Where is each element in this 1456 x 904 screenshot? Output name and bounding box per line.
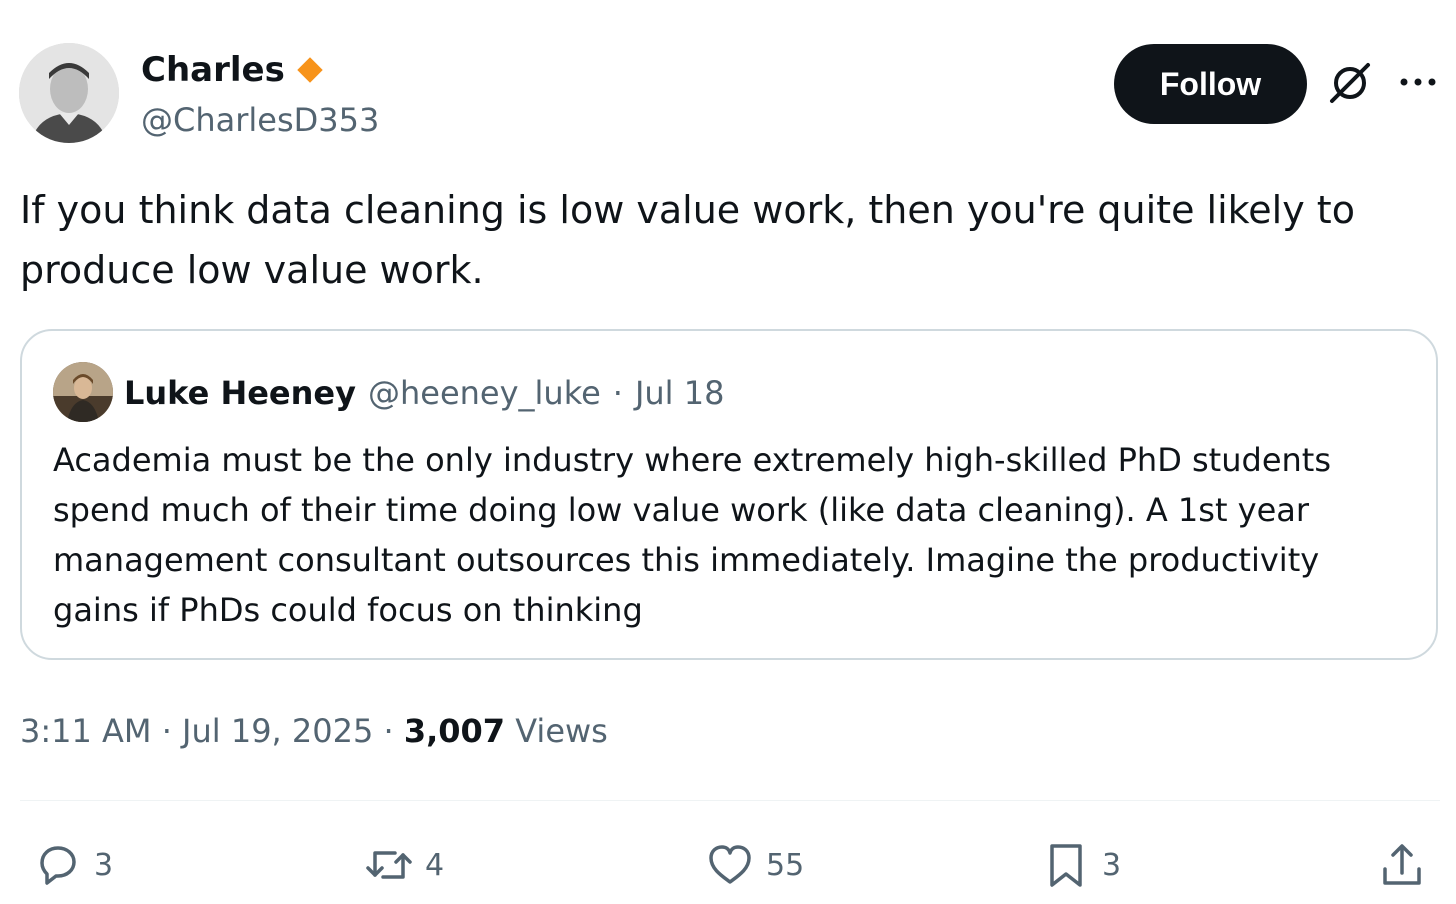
quoted-tweet-header: Luke Heeney @heeney_luke · Jul 18 [124,371,724,415]
reply-icon [40,846,76,885]
repost-count: 4 [425,847,445,883]
quoted-separator: · [612,374,623,412]
quoted-author-avatar [53,362,113,422]
quoted-avatar-photo [53,362,113,422]
quoted-tweet-text: Academia must be the only industry where… [53,441,1331,629]
grok-icon[interactable] [1326,59,1374,107]
avatar-photo [19,43,119,143]
heart-icon [709,845,751,884]
like-count: 55 [766,847,805,883]
verified-diamond-icon [295,55,325,85]
like-button[interactable]: 55 [704,838,804,892]
reply-count: 3 [94,847,114,883]
author-name[interactable]: Charles [141,48,285,92]
repost-button[interactable]: 4 [363,838,444,892]
tweet-text: If you think data cleaning is low value … [20,188,1355,292]
repost-icon [366,851,412,879]
author-name-row: Charles [141,48,325,92]
views-label: Views [515,712,608,750]
quoted-tweet-card[interactable]: Luke Heeney @heeney_luke · Jul 18 Academ… [20,329,1438,660]
tweet-meta-row: 3:11 AM · Jul 19, 2025 · 3,007 Views [20,708,608,754]
author-avatar[interactable] [19,43,119,143]
follow-button[interactable]: Follow [1114,44,1307,124]
tweet-timestamp[interactable]: 3:11 AM · Jul 19, 2025 · [20,712,394,750]
divider [20,800,1440,801]
author-handle[interactable]: @CharlesD353 [141,98,379,142]
quoted-author-handle: @heeney_luke [367,374,601,412]
bookmark-count: 3 [1102,847,1122,883]
bookmark-button[interactable]: 3 [1040,838,1121,892]
quoted-date: Jul 18 [634,374,725,412]
reply-button[interactable]: 3 [32,838,113,892]
quoted-author-name: Luke Heeney [124,374,356,412]
share-icon [1383,844,1421,885]
bookmark-icon [1050,844,1082,887]
share-button[interactable] [1376,838,1428,892]
views-count: 3,007 [403,712,506,750]
more-options-icon[interactable] [1394,64,1442,100]
